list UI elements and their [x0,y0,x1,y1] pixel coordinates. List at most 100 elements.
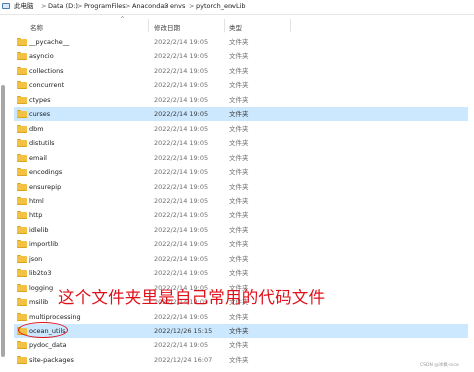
file-type: 文件夹 [229,182,249,191]
file-row[interactable]: idlelib 2022/2/14 19:05 文件夹 [14,223,468,237]
folder-icon [17,139,27,148]
breadcrumb-item[interactable]: 此电脑 [14,2,34,11]
breadcrumb-item[interactable]: envs [170,2,185,11]
file-date: 2022/2/14 19:05 [154,38,209,46]
folder-icon [17,110,27,119]
folder-icon [17,225,27,234]
folder-icon [17,124,27,133]
file-type: 文件夹 [229,355,249,364]
column-header: ^ 名称 修改日期 类型 [0,15,474,35]
file-type: 文件夹 [229,341,249,350]
file-name: site-packages [29,355,74,364]
column-divider[interactable] [290,19,291,32]
breadcrumb-separator-icon[interactable]: > [189,2,194,11]
file-date: 2022/2/14 19:05 [154,95,209,104]
file-row[interactable]: collections 2022/2/14 19:05 文件夹 [14,64,468,78]
address-bar[interactable]: 此电脑 > Data (D:) > ProgramFiles > Anaconda3 > env… [0,0,474,15]
file-row[interactable]: ocean_utils 2022/12/26 15:15 文件夹 [14,324,468,338]
file-name: distutils [29,139,55,148]
file-row[interactable]: lib2to3 2022/2/14 19:05 文件夹 [14,266,468,280]
file-type: 文件夹 [229,240,249,249]
file-name: json [29,254,43,263]
file-date: 2022/2/14 19:05 [154,211,209,220]
column-type[interactable]: 类型 [229,22,242,32]
file-name: ensurepip [29,182,62,191]
file-date: 2022/2/14 19:05 [154,269,209,278]
file-row[interactable]: distutils 2022/2/14 19:05 文件夹 [14,136,468,150]
column-divider[interactable] [224,19,225,32]
file-name: msilib [29,298,49,307]
file-row[interactable]: curses 2022/2/14 19:05 文件夹 [14,107,468,122]
folder-icon [17,312,27,321]
file-date: 2022/2/14 19:05 [154,196,209,205]
file-name: importlib [29,240,59,249]
file-date: 2022/2/14 19:05 [154,81,209,90]
file-name: curses [29,110,51,119]
file-name: concurrent [29,81,65,90]
highlight-circle [18,322,68,338]
folder-icon [17,168,27,177]
file-row[interactable]: site-packages 2022/12/24 16:07 文件夹 [14,353,468,367]
breadcrumb-item[interactable]: Lib [236,2,246,11]
file-name: ctypes [29,95,51,104]
file-date: 2022/12/24 16:07 [154,355,213,364]
column-divider[interactable] [148,19,149,32]
file-name: __pycache__ [29,38,70,46]
annotation-text: 这个文件夹里是自己常用的代码文件 [58,288,326,307]
breadcrumb-separator-icon[interactable]: > [41,2,46,11]
file-name: html [29,196,44,205]
file-row[interactable]: multiprocessing 2022/2/14 19:05 文件夹 [14,310,468,324]
folder-icon [17,283,27,292]
file-row[interactable]: email 2022/2/14 19:05 文件夹 [14,151,468,165]
file-row[interactable]: asyncio 2022/2/14 19:05 文件夹 [14,49,468,63]
file-row[interactable]: __pycache__ 2022/2/14 19:05 文件夹 [14,35,468,49]
file-name: dbm [29,124,44,133]
breadcrumb-separator-icon[interactable]: > [163,2,168,11]
file-name: idlelib [29,225,49,234]
folder-icon [17,182,27,191]
file-date: 2022/2/14 19:05 [154,153,209,162]
column-name[interactable]: 名称 [30,22,43,32]
breadcrumb-separator-icon[interactable]: > [229,2,234,11]
file-name: asyncio [29,52,54,61]
file-type: 文件夹 [229,38,249,46]
file-type: 文件夹 [229,312,249,321]
file-row[interactable]: ensurepip 2022/2/14 19:05 文件夹 [14,180,468,194]
file-type: 文件夹 [229,327,249,335]
file-row[interactable]: html 2022/2/14 19:05 文件夹 [14,194,468,208]
file-name: http [29,211,43,220]
column-date[interactable]: 修改日期 [154,22,180,32]
file-type: 文件夹 [229,269,249,278]
file-date: 2022/2/14 19:05 [154,312,209,321]
folder-icon [17,211,27,220]
file-name: collections [29,66,64,75]
file-row[interactable]: pydoc_data 2022/2/14 19:05 文件夹 [14,338,468,352]
file-row[interactable]: importlib 2022/2/14 19:05 文件夹 [14,237,468,251]
folder-icon [17,52,27,61]
scrollbar-thumb[interactable] [1,85,5,357]
breadcrumb-item[interactable]: ProgramFiles [84,2,126,11]
file-row[interactable]: json 2022/2/14 19:05 文件夹 [14,252,468,266]
file-row[interactable]: dbm 2022/2/14 19:05 文件夹 [14,122,468,136]
breadcrumb-item[interactable]: Data (D:) [48,2,78,11]
breadcrumb-separator-icon[interactable]: > [125,2,130,11]
file-row[interactable]: http 2022/2/14 19:05 文件夹 [14,208,468,222]
file-type: 文件夹 [229,211,249,220]
file-type: 文件夹 [229,110,249,119]
file-row[interactable]: concurrent 2022/2/14 19:05 文件夹 [14,78,468,92]
file-name: email [29,153,47,162]
file-type: 文件夹 [229,168,249,177]
file-row[interactable]: ctypes 2022/2/14 19:05 文件夹 [14,93,468,107]
file-date: 2022/2/14 19:05 [154,110,209,119]
file-name: logging [29,283,54,292]
folder-icon [17,38,27,46]
file-type: 文件夹 [229,95,249,104]
folder-icon [17,196,27,205]
file-row[interactable]: encodings 2022/2/14 19:05 文件夹 [14,165,468,179]
folder-icon [17,341,27,350]
folder-icon [17,153,27,162]
breadcrumb-separator-icon[interactable]: > [77,2,82,11]
file-date: 2022/2/14 19:05 [154,254,209,263]
folder-icon [17,269,27,278]
file-date: 2022/12/26 15:15 [154,327,213,335]
